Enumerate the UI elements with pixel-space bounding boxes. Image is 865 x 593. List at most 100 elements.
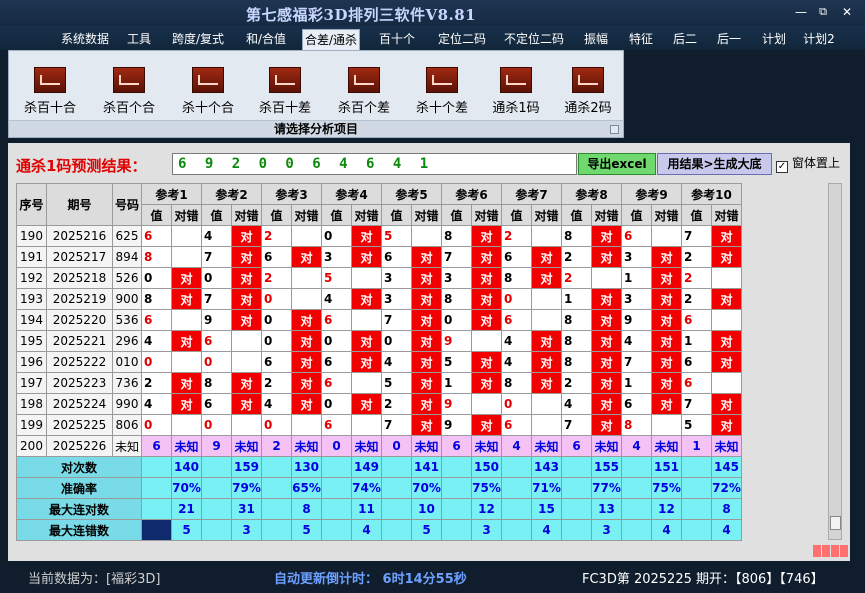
stat-value-cell: 155 — [591, 456, 622, 478]
menu-item-6[interactable]: 定位二码 — [434, 29, 490, 49]
menu-item-10[interactable]: 后二 — [670, 29, 700, 49]
menu-item-11[interactable]: 后一 — [714, 29, 744, 49]
ribbon-button-label: 通杀1码 — [492, 101, 540, 116]
value-cell: 7 — [381, 414, 412, 436]
menu-item-13[interactable]: 计划2 — [801, 29, 837, 49]
minimize-button[interactable]: — — [790, 4, 812, 20]
row-number: 806 — [112, 414, 142, 436]
ribbon-button-6[interactable]: 通杀1码 — [481, 65, 551, 125]
row-seq: 199 — [16, 414, 47, 436]
scrollbar-thumb[interactable] — [830, 516, 841, 530]
result-cell: 对 — [411, 372, 442, 394]
menu-item-1[interactable]: 工具 — [124, 29, 154, 49]
number-header: 号码 — [112, 183, 142, 226]
menu-item-8[interactable]: 振幅 — [581, 29, 611, 49]
result-cell: 对 — [531, 330, 562, 352]
table-row[interactable]: 199 2025225 806 0 0 0 6 7 对 9 对 6 7 对 8 5 对 — [16, 414, 742, 436]
table-row[interactable]: 192 2025218 526 0 对 0 对 2 5 3 对 3 对 8 对 2 1 对 2 — [16, 267, 742, 289]
stat-value-cell: 21 — [171, 498, 202, 520]
window-topmost-label: 窗体置上 — [792, 156, 841, 170]
predict-value-cell: 1 — [681, 435, 712, 457]
generate-base-button[interactable]: 用结果>生成大底 — [657, 153, 772, 175]
ribbon-button-1[interactable]: 杀百个合 — [94, 65, 164, 125]
result-cell — [531, 288, 562, 310]
stat-spacer-cell — [501, 519, 532, 541]
result-cell — [351, 309, 382, 331]
menu-item-7[interactable]: 不定位二码 — [500, 29, 568, 49]
ribbon-button-0[interactable]: 杀百十合 — [15, 65, 85, 125]
value-cell: 9 — [201, 309, 232, 331]
result-cell: 对 — [651, 246, 682, 268]
stat-spacer-cell — [501, 498, 532, 520]
ribbon-button-3[interactable]: 杀百十差 — [250, 65, 320, 125]
row-seq: 191 — [16, 246, 47, 268]
window-topmost-checkbox[interactable]: ✓ 窗体置上 — [776, 154, 840, 173]
result-cell — [711, 267, 742, 289]
vertical-scrollbar[interactable] — [828, 183, 842, 540]
stat-spacer-cell — [201, 519, 232, 541]
menu-item-3[interactable]: 和/合值 — [242, 29, 290, 49]
stat-value-cell: 3 — [591, 519, 622, 541]
result-cell: 对 — [471, 351, 502, 373]
close-button[interactable]: ✕ — [836, 4, 858, 20]
result-cell: 对 — [231, 246, 262, 268]
result-subheader: 对错 — [351, 204, 382, 226]
ribbon-button-4[interactable]: 杀百个差 — [329, 65, 399, 125]
row-number: 990 — [112, 393, 142, 415]
result-cell: 对 — [591, 351, 622, 373]
result-cell — [531, 225, 562, 247]
ref-header: 参考10 — [681, 183, 742, 205]
menu-item-4[interactable]: 合差/通杀 — [302, 29, 360, 51]
result-cell: 对 — [291, 393, 322, 415]
stat-value-cell: 143 — [531, 456, 562, 478]
menu-item-2[interactable]: 跨度/复式 — [168, 29, 228, 49]
prediction-result-field[interactable]: 6 9 2 0 0 6 4 6 4 1 — [172, 153, 577, 175]
table-row[interactable]: 194 2025220 536 6 9 对 0 对 6 7 对 0 对 6 8 对 9 对 6 — [16, 309, 742, 331]
ref-header: 参考8 — [561, 183, 622, 205]
result-cell — [231, 414, 262, 436]
table-row[interactable]: 191 2025217 894 8 7 对 6 对 3 对 6 对 7 对 6 对 2 对 3 对 2 对 — [16, 246, 742, 268]
predict-row[interactable]: 200 2025226 未知 6 未知 9 未知 2 未知 0 未知 0 未知 6 未知 4 未知 6 未知 4 未知 1… — [16, 435, 742, 457]
stat-spacer-cell — [441, 498, 472, 520]
table-row[interactable]: 198 2025224 990 4 对 6 对 4 对 0 对 2 对 9 0 4 对 6 对 7 对 — [16, 393, 742, 415]
value-cell: 5 — [381, 225, 412, 247]
result-cell — [171, 414, 202, 436]
stat-spacer-cell — [681, 456, 712, 478]
maximize-button[interactable]: ⧉ — [812, 4, 834, 20]
table-row[interactable]: 190 2025216 625 6 4 对 2 0 对 5 8 对 2 8 对 6 7 对 — [16, 225, 742, 247]
ribbon-button-7[interactable]: 通杀2码 — [553, 65, 623, 125]
stat-value-cell: 5 — [291, 519, 322, 541]
value-cell: 6 — [141, 225, 172, 247]
result-subheader: 对错 — [471, 204, 502, 226]
table-row[interactable]: 196 2025222 010 0 0 6 对 6 对 4 对 5 对 4 对 8 对 7 对 6 对 — [16, 351, 742, 373]
ribbon-expand-icon[interactable] — [610, 125, 619, 134]
value-cell: 8 — [561, 309, 592, 331]
value-cell: 0 — [141, 414, 172, 436]
table-row[interactable]: 195 2025221 296 4 对 6 0 对 0 对 0 对 9 4 对 8 对 4 对 1 对 — [16, 330, 742, 352]
ribbon-button-5[interactable]: 杀十个差 — [407, 65, 477, 125]
export-excel-button[interactable]: 导出excel — [578, 153, 656, 175]
stat-row: 最大连错数 5 3 5 4 5 3 4 3 4 4 — [16, 519, 742, 541]
stat-value-cell: 65% — [291, 477, 322, 499]
stat-spacer-cell — [681, 519, 712, 541]
table-row[interactable]: 193 2025219 900 8 对 7 对 0 4 对 3 对 8 对 0 1 对 3 对 2 对 — [16, 288, 742, 310]
menu-item-12[interactable]: 计划 — [759, 29, 789, 49]
stat-spacer-cell — [261, 498, 292, 520]
menu-item-5[interactable]: 百十个 — [377, 29, 417, 49]
result-cell: 对 — [171, 393, 202, 415]
result-cell — [411, 225, 442, 247]
menu-item-0[interactable]: 系统数据 — [56, 29, 114, 49]
value-cell: 6 — [501, 309, 532, 331]
prediction-grid: 序号 期号 号码 参考1 参考2 参考3 参考4 参考5 参考6 参考7 参考8 参考9 参考10 值对错… — [16, 183, 742, 541]
result-subheader: 对错 — [651, 204, 682, 226]
table-row[interactable]: 197 2025223 736 2 对 8 对 2 对 6 5 对 1 对 8 对 2 对 1 对 6 — [16, 372, 742, 394]
row-period: 2025218 — [46, 267, 113, 289]
value-cell: 0 — [141, 267, 172, 289]
stat-spacer-cell — [141, 519, 172, 541]
menu-item-9[interactable]: 特征 — [626, 29, 656, 49]
app-title: 第七感福彩3D排列三软件V8.81 — [246, 6, 477, 24]
result-cell: 对 — [231, 309, 262, 331]
value-cell: 0 — [501, 393, 532, 415]
row-seq: 190 — [16, 225, 47, 247]
ribbon-button-2[interactable]: 杀十个合 — [173, 65, 243, 125]
